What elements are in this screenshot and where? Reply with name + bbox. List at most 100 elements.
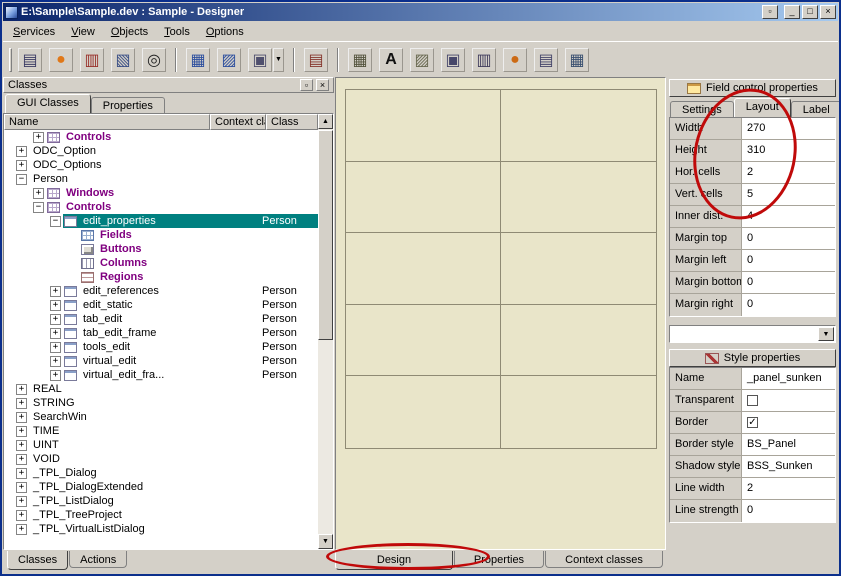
tab-context-classes[interactable]: Context classes (545, 551, 663, 568)
tab-actions[interactable]: Actions (69, 551, 127, 568)
collapse-icon[interactable]: − (50, 216, 61, 227)
expand-icon[interactable]: + (16, 384, 27, 395)
expand-icon[interactable]: + (16, 160, 27, 171)
design-canvas[interactable] (335, 77, 666, 550)
property-value-margin-top[interactable]: 0 (742, 228, 835, 249)
tree-row[interactable]: −Controls (4, 200, 318, 214)
tree-row[interactable]: +ODC_Options (4, 158, 318, 172)
tab-classes[interactable]: Classes (7, 551, 68, 570)
expand-icon[interactable]: + (16, 524, 27, 535)
window-icon[interactable]: ▣ (441, 48, 465, 72)
property-value-line-width[interactable]: 2 (742, 478, 835, 499)
tree-row[interactable]: +_TPL_DialogExtended (4, 480, 318, 494)
tree-row[interactable]: −edit_propertiesPerson (4, 214, 318, 228)
maximize-button[interactable]: □ (802, 5, 818, 19)
expand-icon[interactable]: + (16, 440, 27, 451)
tree-row[interactable]: +_TPL_VirtualListDialog (4, 522, 318, 536)
new-window-icon[interactable]: ▣ (248, 48, 272, 72)
expand-icon[interactable]: + (16, 510, 27, 521)
menu-item-tools[interactable]: Tools (156, 23, 198, 41)
scroll-down-icon[interactable]: ▼ (318, 534, 333, 549)
property-value-margin-right[interactable]: 0 (742, 294, 835, 316)
grid-cell[interactable] (346, 162, 501, 234)
menu-item-objects[interactable]: Objects (103, 23, 156, 41)
column-header-class[interactable]: Class (266, 114, 318, 130)
tab-gui-classes[interactable]: GUI Classes (5, 94, 91, 113)
grid-cell[interactable] (346, 376, 501, 448)
style-select[interactable]: ▼ (669, 325, 836, 343)
printer-icon[interactable]: ▦ (186, 48, 210, 72)
property-value-line-strength[interactable]: 0 (742, 500, 835, 522)
tree-row[interactable]: +tools_editPerson (4, 340, 318, 354)
tree-row[interactable]: +edit_referencesPerson (4, 284, 318, 298)
tree-row[interactable]: +edit_staticPerson (4, 298, 318, 312)
ellipse-tool-icon[interactable]: ● (49, 48, 73, 72)
tree-row[interactable]: +SearchWin (4, 410, 318, 424)
tree-row[interactable]: +tab_edit_framePerson (4, 326, 318, 340)
tab-label[interactable]: Label (791, 101, 841, 117)
library-icon[interactable]: ▥ (80, 48, 104, 72)
float-panel-icon[interactable]: ▫ (300, 79, 313, 91)
tree-row[interactable]: +STRING (4, 396, 318, 410)
tree-row[interactable]: +Windows (4, 186, 318, 200)
tree-row[interactable]: −Person (4, 172, 318, 186)
expand-icon[interactable]: + (50, 300, 61, 311)
tree-row[interactable]: +UINT (4, 438, 318, 452)
tab-layout[interactable]: Layout (734, 98, 791, 117)
expand-icon[interactable]: + (16, 468, 27, 479)
tree-row[interactable]: +REAL (4, 382, 318, 396)
expand-icon[interactable]: + (33, 132, 44, 143)
expand-icon[interactable]: + (50, 342, 61, 353)
grid-cell[interactable] (501, 90, 656, 162)
tree-row[interactable]: +_TPL_Dialog (4, 466, 318, 480)
grid-cell[interactable] (346, 90, 501, 162)
dropdown-arrow-icon[interactable]: ▼ (818, 327, 834, 341)
tree-row[interactable]: +_TPL_ListDialog (4, 494, 318, 508)
window-dropdown-icon[interactable]: ▼ (273, 48, 284, 72)
menu-item-view[interactable]: View (63, 23, 103, 41)
tab-properties[interactable]: Properties (91, 97, 165, 113)
grid-cell[interactable] (501, 233, 656, 305)
app-icon[interactable] (5, 6, 18, 19)
column-header-context-class[interactable]: Context class (210, 114, 266, 130)
grid-cell[interactable] (346, 305, 501, 377)
property-value-name[interactable]: _panel_sunken (742, 368, 835, 389)
property-value-shadow-style[interactable]: BSS_Sunken (742, 456, 835, 477)
form-icon[interactable]: ▤ (534, 48, 558, 72)
tree-row[interactable]: +ODC_Option (4, 144, 318, 158)
property-value-transparent[interactable] (742, 390, 835, 411)
expand-icon[interactable]: + (16, 426, 27, 437)
image-icon[interactable]: ▨ (410, 48, 434, 72)
menu-item-services[interactable]: Services (5, 23, 63, 41)
close-panel-icon[interactable]: × (316, 79, 329, 91)
field-control-properties-button[interactable]: Field control properties (669, 79, 836, 97)
edit-form-icon[interactable]: ▧ (111, 48, 135, 72)
sphere-icon[interactable]: ● (503, 48, 527, 72)
tree-scrollbar[interactable]: ▲ ▼ (318, 114, 333, 549)
property-value-width[interactable]: 270 (742, 118, 835, 139)
property-value-border-style[interactable]: BS_Panel (742, 434, 835, 455)
scroll-up-icon[interactable]: ▲ (318, 114, 333, 129)
minimize-button[interactable]: _ (784, 5, 800, 19)
expand-icon[interactable]: + (50, 356, 61, 367)
scroll-thumb[interactable] (318, 130, 333, 340)
grid-cell[interactable] (501, 162, 656, 234)
grid-cell[interactable] (346, 233, 501, 305)
column-header-name[interactable]: Name (4, 114, 210, 130)
torus-icon[interactable]: ◎ (142, 48, 166, 72)
expand-icon[interactable]: + (50, 370, 61, 381)
component-icon[interactable]: ▥ (472, 48, 496, 72)
expand-icon[interactable]: + (16, 146, 27, 157)
toolbar-grip[interactable] (9, 48, 12, 72)
close-button[interactable]: × (820, 5, 836, 19)
expand-icon[interactable]: + (16, 412, 27, 423)
border-checkbox[interactable]: ✓ (747, 417, 758, 428)
expand-icon[interactable]: + (50, 328, 61, 339)
grid-cell[interactable] (501, 376, 656, 448)
menu-item-options[interactable]: Options (198, 23, 252, 41)
export-icon[interactable]: ▨ (217, 48, 241, 72)
expand-icon[interactable]: + (16, 454, 27, 465)
expand-icon[interactable]: + (50, 314, 61, 325)
expand-icon[interactable]: + (16, 496, 27, 507)
calendar-icon[interactable]: ▦ (565, 48, 589, 72)
